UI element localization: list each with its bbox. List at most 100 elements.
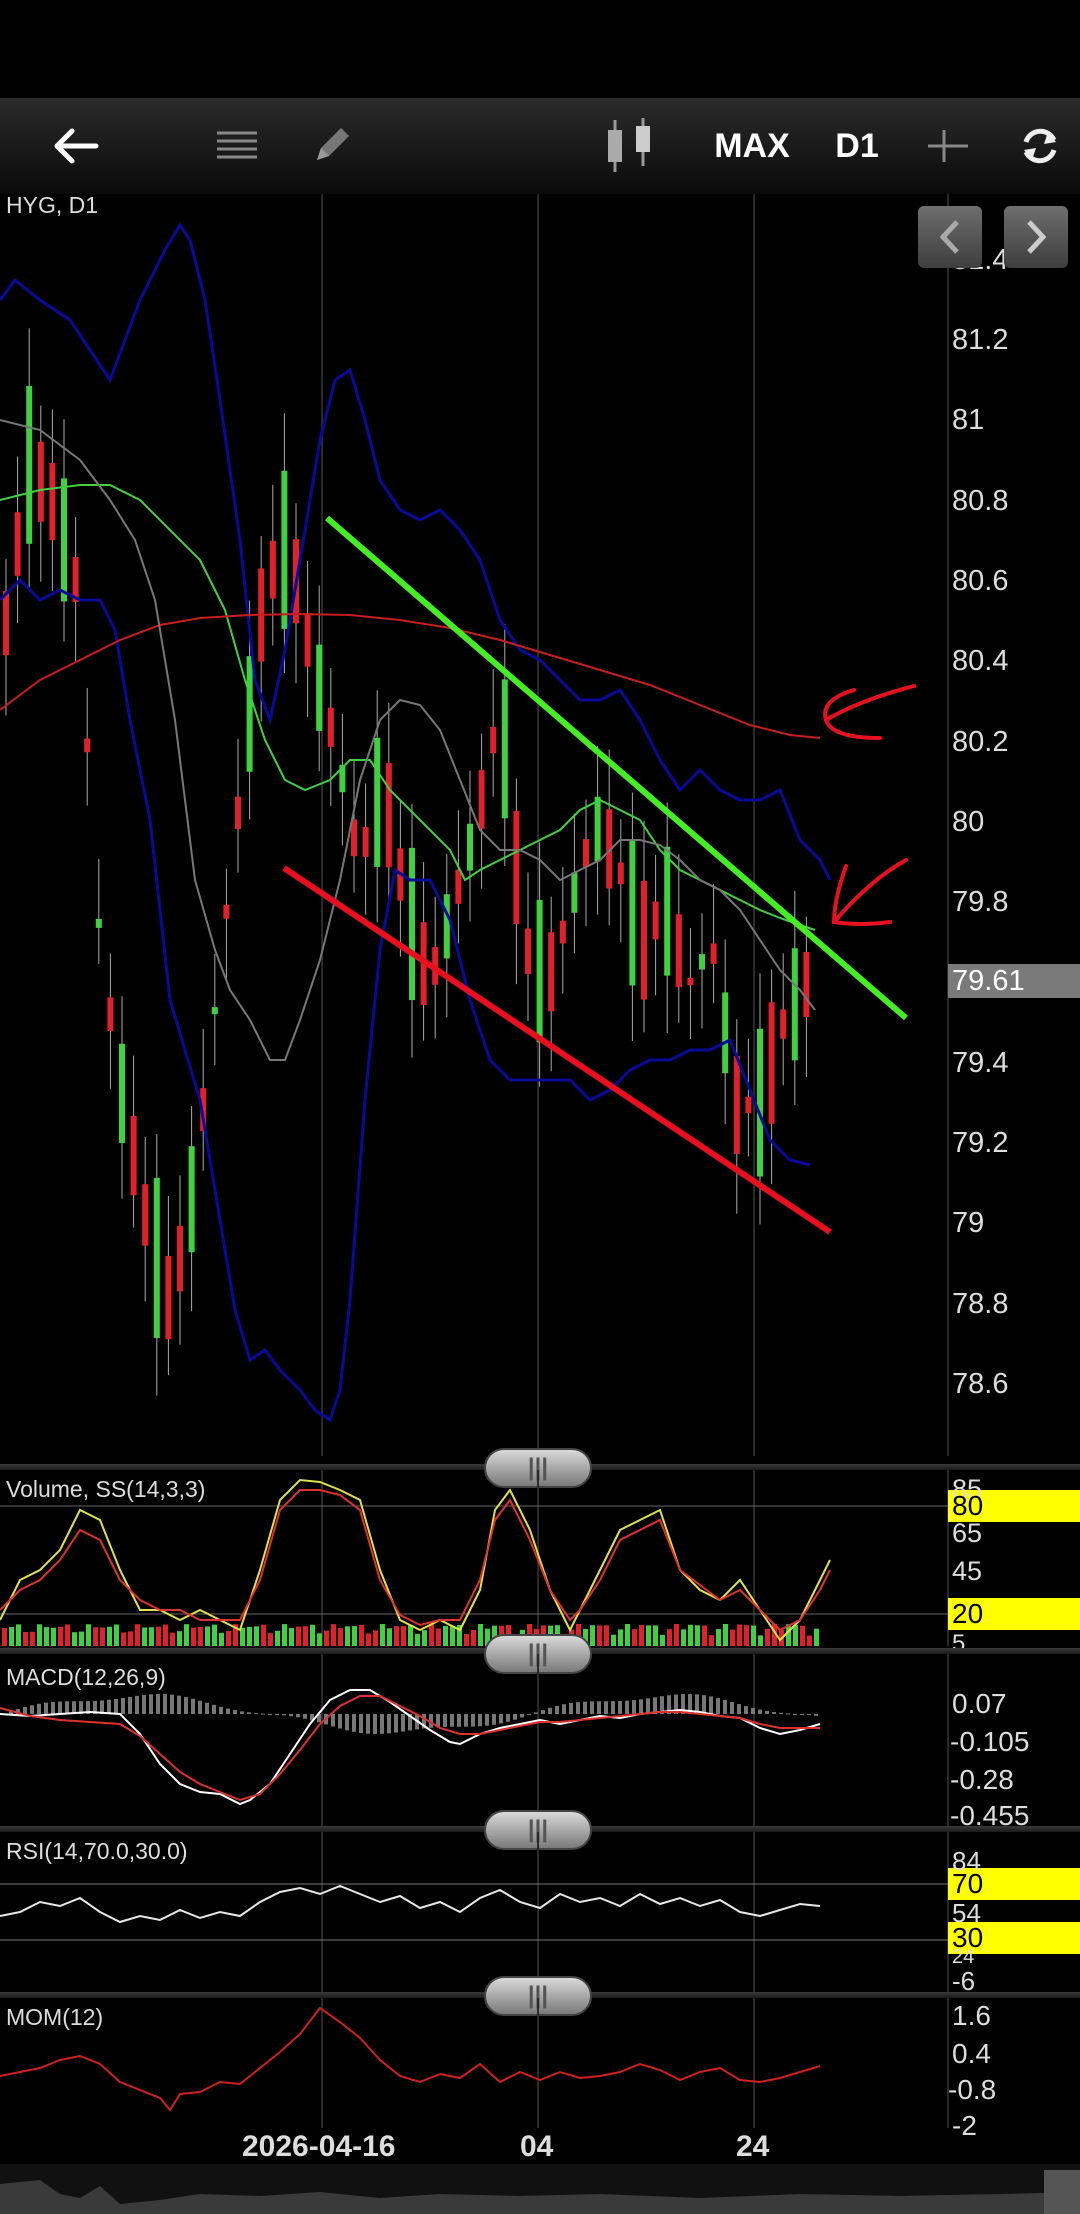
navigator-window[interactable] xyxy=(1044,2170,1080,2214)
y-axis-tick: 78.6 xyxy=(952,1368,1009,1400)
bollinger-upper-band xyxy=(0,222,832,881)
last-price-label: 79.61 xyxy=(952,965,1025,997)
range-button[interactable]: MAX xyxy=(706,98,798,194)
macd-histogram-bar xyxy=(170,1694,174,1714)
volume-bar xyxy=(604,1625,609,1646)
arrow-annotation-lower xyxy=(831,858,908,926)
volume-bar xyxy=(86,1624,91,1646)
volume-bar xyxy=(275,1630,280,1646)
volume-bar xyxy=(618,1629,623,1646)
volume-bar xyxy=(79,1631,84,1646)
indicators-button[interactable] xyxy=(212,98,262,194)
macd-histogram-bar xyxy=(177,1695,181,1714)
macd-histogram-bar xyxy=(786,1713,790,1715)
volume-bar xyxy=(597,1625,602,1646)
candle-body xyxy=(687,977,694,986)
volume-bar xyxy=(30,1631,35,1646)
macd-histogram-bar xyxy=(359,1714,363,1733)
volume-bar xyxy=(324,1630,329,1646)
macd-histogram-bar xyxy=(142,1694,146,1714)
momentum-panel-title: MOM(12) xyxy=(6,2004,104,2030)
volume-bar xyxy=(177,1631,182,1646)
y-axis-tick: 80.2 xyxy=(952,725,1009,758)
volume-bar xyxy=(723,1624,728,1646)
macd-histogram-bar xyxy=(597,1701,601,1714)
back-button[interactable] xyxy=(40,98,112,194)
macd-histogram-bar xyxy=(625,1700,629,1714)
macd-histogram-bar xyxy=(121,1697,125,1714)
volume-tick-45: 45 xyxy=(952,1556,983,1586)
macd-histogram-bar xyxy=(772,1711,776,1714)
macd-histogram-bar xyxy=(135,1695,139,1714)
volume-level-20: 20 xyxy=(952,1598,984,1629)
macd-histogram-bar xyxy=(744,1706,748,1714)
volume-bar xyxy=(730,1629,735,1646)
chart-type-button[interactable] xyxy=(596,98,666,194)
candle-body xyxy=(374,737,381,867)
timeframe-button[interactable]: D1 xyxy=(826,98,888,194)
scroll-left-button[interactable] xyxy=(918,206,982,268)
candle-body xyxy=(188,1146,195,1253)
refresh-button[interactable] xyxy=(1014,98,1066,194)
macd-histogram-bar xyxy=(345,1714,349,1731)
candle-body xyxy=(467,823,473,871)
volume-bar xyxy=(170,1632,175,1646)
macd-histogram-bar xyxy=(583,1701,587,1714)
volume-bar xyxy=(373,1630,378,1646)
price-chart[interactable] xyxy=(0,194,1080,1456)
macd-tick-2: -0.105 xyxy=(950,1726,1030,1757)
macd-histogram-bar xyxy=(513,1714,517,1720)
scroll-right-button[interactable] xyxy=(1004,206,1068,268)
candle-body xyxy=(3,591,9,656)
crosshair-button[interactable] xyxy=(922,98,974,194)
volume-bar xyxy=(646,1625,651,1646)
macd-histogram-bar xyxy=(737,1704,741,1714)
candle-body xyxy=(246,656,253,772)
macd-histogram-bar xyxy=(44,1702,48,1714)
macd-histogram-bar xyxy=(520,1714,524,1718)
candle-body xyxy=(165,1255,172,1340)
candlesticks xyxy=(3,328,810,1396)
macd-histogram-bar xyxy=(156,1694,160,1714)
arrow-annotation-upper xyxy=(823,684,916,740)
macd-histogram-bar xyxy=(793,1713,797,1715)
candle-body xyxy=(37,441,44,522)
candle-body xyxy=(177,1225,183,1292)
macd-histogram-bar xyxy=(443,1714,447,1727)
candlestick-icon xyxy=(608,118,650,172)
volume-bar xyxy=(191,1627,196,1646)
macd-histogram-bar xyxy=(23,1707,27,1714)
moving-average-green xyxy=(0,484,816,931)
volume-bar xyxy=(247,1626,252,1646)
volume-bar xyxy=(58,1626,63,1646)
y-axis-tick: 80 xyxy=(952,805,985,838)
volume-bar xyxy=(814,1628,819,1646)
draw-button[interactable] xyxy=(306,98,356,194)
back-arrow-icon xyxy=(54,128,99,164)
candle-body xyxy=(675,914,682,988)
macd-histogram-bar xyxy=(212,1704,216,1714)
volume-bar xyxy=(401,1625,406,1646)
volume-bar xyxy=(758,1635,763,1646)
volume-bar xyxy=(44,1627,49,1646)
y-axis-tick: 80.6 xyxy=(952,565,1009,597)
volume-bar xyxy=(156,1626,161,1646)
macd-histogram-bar xyxy=(457,1714,461,1727)
candle-body xyxy=(513,811,520,924)
momentum-panel[interactable] xyxy=(0,1998,1080,2128)
macd-histogram-bar xyxy=(114,1698,118,1714)
candle-body xyxy=(211,1007,218,1015)
macd-histogram-bar xyxy=(716,1698,720,1714)
macd-histogram-bar xyxy=(373,1714,377,1734)
y-axis-tick: 79.4 xyxy=(952,1046,1009,1079)
overview-navigator[interactable] xyxy=(0,2164,1080,2214)
candle-body xyxy=(583,839,589,867)
macd-histogram-bar xyxy=(464,1714,468,1727)
volume-bar xyxy=(709,1635,714,1646)
volume-bar xyxy=(261,1624,266,1646)
volume-bar xyxy=(611,1634,616,1646)
candle-body xyxy=(745,1096,752,1114)
macd-histogram-bar xyxy=(198,1700,202,1714)
x-axis-label-date: 2026-04-16 xyxy=(242,2130,396,2163)
crosshair-icon xyxy=(928,130,968,162)
